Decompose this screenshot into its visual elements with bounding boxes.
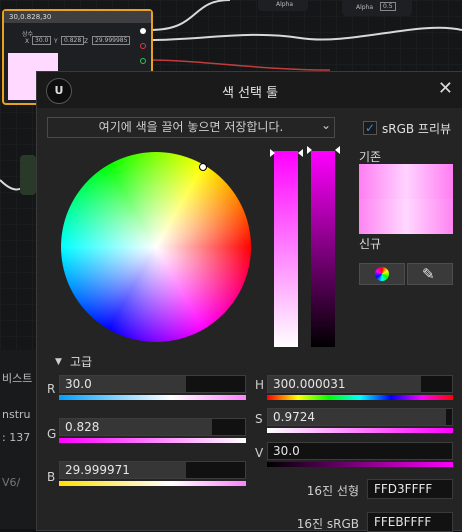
color-theme-drop-zone[interactable]: 여기에 색을 끌어 놓으면 저장합니다.	[47, 117, 335, 138]
side-text-3: : 137	[2, 431, 31, 444]
srgb-preview-label: sRGB 프리뷰	[382, 122, 452, 136]
node-z-field[interactable]: 29.999985	[92, 36, 131, 45]
color-wheel-toggle-button[interactable]	[359, 263, 405, 285]
advanced-section-label[interactable]: 고급	[70, 353, 92, 370]
b-gradient-bar	[59, 481, 246, 486]
side-text-1: 비스트	[2, 372, 33, 385]
hex-linear-label: 16진 선형	[306, 484, 359, 498]
new-color-label: 신규	[359, 237, 382, 251]
color-wheel-selector[interactable]	[199, 163, 207, 171]
node-output-pin-white[interactable]	[140, 28, 146, 34]
s-label: S	[255, 412, 263, 426]
color-wheel[interactable]	[61, 152, 251, 342]
g-field[interactable]: 0.828	[59, 418, 246, 436]
g-label: G	[47, 427, 57, 441]
b-field[interactable]: 29.999971	[59, 461, 246, 479]
value-handle-right[interactable]	[335, 146, 340, 154]
hex-srgb-label: 16진 sRGB	[296, 517, 359, 531]
v-label: V	[255, 446, 264, 460]
r-gradient-bar	[59, 395, 246, 400]
saturation-handle-left[interactable]	[270, 149, 275, 157]
g-gradient-bar	[59, 438, 246, 443]
s-field[interactable]: 0.9724	[267, 408, 453, 426]
node-title: 30,0.828,30	[4, 11, 151, 23]
hex-srgb-field[interactable]: FFEBFFFF	[367, 512, 453, 532]
h-gradient-bar	[267, 395, 453, 400]
value-handle-left[interactable]	[307, 146, 312, 154]
close-icon[interactable]: ✕	[438, 78, 453, 99]
chevron-down-icon[interactable]: ⌄	[321, 118, 331, 132]
h-field[interactable]: 300.000031	[267, 375, 453, 393]
saturation-slider[interactable]	[274, 151, 298, 347]
advanced-collapse-icon[interactable]: ▼	[55, 357, 62, 367]
s-value: 0.9724	[273, 410, 315, 424]
hex-linear-field[interactable]: FFD3FFFF	[367, 479, 453, 499]
eyedropper-button[interactable]: ✎	[407, 263, 453, 285]
srgb-preview-checkbox[interactable]: ✓	[363, 121, 377, 135]
alpha-pin-label-1: Alpha	[276, 1, 294, 8]
details-panel: 비스트 nstru : 137 V6/	[0, 350, 40, 529]
g-value: 0.828	[65, 420, 100, 434]
b-label: B	[47, 470, 56, 484]
node-z-label: Z	[84, 38, 89, 45]
color-wheel-icon	[375, 267, 389, 281]
dialog-titlebar[interactable]: U 색 선택 툴 ✕	[37, 72, 462, 108]
old-color-swatch[interactable]	[359, 164, 453, 199]
node-y-label: Y	[54, 38, 58, 45]
side-text-4: V6/	[2, 476, 21, 489]
node-x-field[interactable]: 30.0	[32, 36, 52, 45]
alpha-node-1[interactable]: Alpha	[258, 0, 308, 11]
v-gradient-bar	[267, 462, 453, 467]
node-output-pin-red[interactable]	[140, 43, 146, 49]
r-value: 30.0	[65, 377, 92, 391]
v-field[interactable]: 30.0	[267, 442, 453, 460]
side-text-2: nstru	[2, 408, 31, 421]
alpha-value-field[interactable]: 0.5	[380, 2, 396, 11]
r-field[interactable]: 30.0	[59, 375, 246, 393]
old-color-label: 기존	[359, 150, 382, 164]
node-y-field[interactable]: 0.828	[61, 36, 85, 45]
value-slider[interactable]	[311, 151, 335, 347]
eyedropper-icon: ✎	[422, 265, 435, 283]
dialog-title: 색 선택 툴	[221, 86, 279, 101]
new-color-swatch	[359, 199, 453, 234]
alpha-pin-label-2: Alpha	[356, 4, 374, 11]
h-value: 300.000031	[273, 377, 346, 391]
alpha-node-2[interactable]: Alpha 0.5	[342, 0, 412, 16]
color-picker-dialog: U 색 선택 툴 ✕ 여기에 색을 끌어 놓으면 저장합니다. ⌄ ✓ sRGB…	[36, 71, 462, 532]
v-value: 30.0	[273, 444, 300, 458]
saturation-handle-right[interactable]	[298, 149, 303, 157]
s-gradient-bar	[267, 428, 453, 433]
node-output-pin-green[interactable]	[140, 58, 146, 64]
h-label: H	[255, 378, 265, 392]
node-x-label: X	[25, 38, 30, 45]
small-node[interactable]	[20, 155, 36, 195]
b-value: 29.999971	[65, 463, 130, 477]
r-label: R	[47, 382, 56, 396]
